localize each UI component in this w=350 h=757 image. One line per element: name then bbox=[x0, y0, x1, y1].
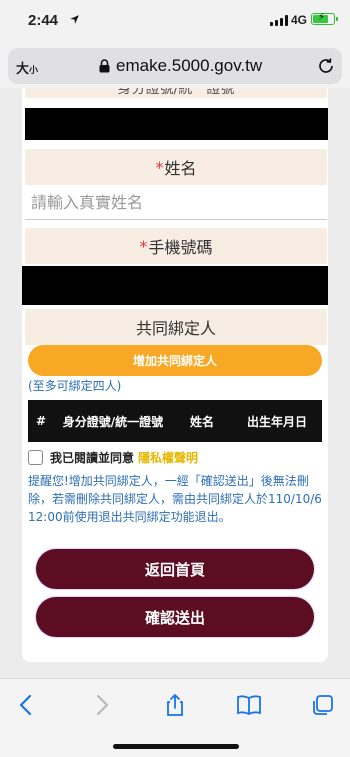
back-home-button[interactable]: 返回首頁 bbox=[36, 549, 314, 589]
co-binder-heading: 共同綁定人 bbox=[25, 309, 327, 345]
signal-icon bbox=[270, 15, 288, 26]
forward-icon[interactable] bbox=[88, 693, 114, 717]
browser-address-area: 大小 emake.5000.gov.tw bbox=[0, 44, 350, 88]
back-icon[interactable] bbox=[14, 693, 40, 717]
form-card: 身分證號/統一證號 *姓名 *手機號碼 共同綁定人 增加共同綁定人 (至多可綁定… bbox=[22, 88, 328, 662]
agree-checkbox[interactable] bbox=[28, 450, 43, 465]
add-co-binder-button[interactable]: 增加共同綁定人 bbox=[28, 345, 322, 376]
lock-icon bbox=[99, 59, 110, 73]
co-binder-table-header: # 身分證號/統一證號 姓名 出生年月日 bbox=[28, 400, 322, 442]
bookmarks-icon[interactable] bbox=[236, 693, 262, 717]
redacted-field bbox=[25, 108, 328, 140]
location-arrow-icon bbox=[70, 15, 79, 24]
co-binder-limit-hint: (至多可綁定四人) bbox=[28, 379, 122, 393]
address-bar[interactable]: 大小 emake.5000.gov.tw bbox=[8, 48, 342, 84]
network-type: 4G bbox=[291, 13, 308, 27]
table-header-id: 身分證號/統一證號 bbox=[62, 414, 164, 429]
submit-button[interactable]: 確認送出 bbox=[36, 597, 314, 637]
home-indicator bbox=[113, 744, 239, 749]
status-time: 2:44 bbox=[28, 12, 59, 29]
required-mark: * bbox=[139, 236, 148, 256]
agree-row: 我已閱讀並同意 隱私權聲明 bbox=[28, 449, 198, 466]
reload-icon[interactable] bbox=[317, 57, 335, 75]
share-icon[interactable] bbox=[162, 693, 188, 717]
redacted-field bbox=[22, 266, 328, 305]
table-header-birthdate: 出生年月日 bbox=[246, 414, 307, 429]
phone-label: * 手機號碼 bbox=[25, 228, 327, 264]
battery-icon: ⚡ bbox=[311, 12, 338, 25]
name-input[interactable] bbox=[25, 186, 327, 220]
tabs-icon[interactable] bbox=[310, 693, 336, 717]
name-label: * 姓名 bbox=[25, 149, 327, 185]
table-header-name: 姓名 bbox=[189, 414, 214, 429]
privacy-policy-link[interactable]: 隱私權聲明 bbox=[138, 449, 198, 466]
status-bar: 2:44 4G ⚡ bbox=[0, 0, 350, 44]
url-text[interactable]: emake.5000.gov.tw bbox=[116, 56, 262, 76]
agree-text: 我已閱讀並同意 bbox=[50, 451, 135, 465]
required-mark: * bbox=[155, 157, 164, 177]
id-number-label: 身分證號/統一證號 bbox=[25, 88, 327, 98]
text-size-button[interactable]: 大小 bbox=[16, 58, 38, 77]
table-header-index: # bbox=[35, 414, 47, 428]
notice-text: 提醒您!增加共同綁定人，一經「確認送出」後無法刪除，若需刪除共同綁定人，需由共同… bbox=[28, 474, 322, 524]
